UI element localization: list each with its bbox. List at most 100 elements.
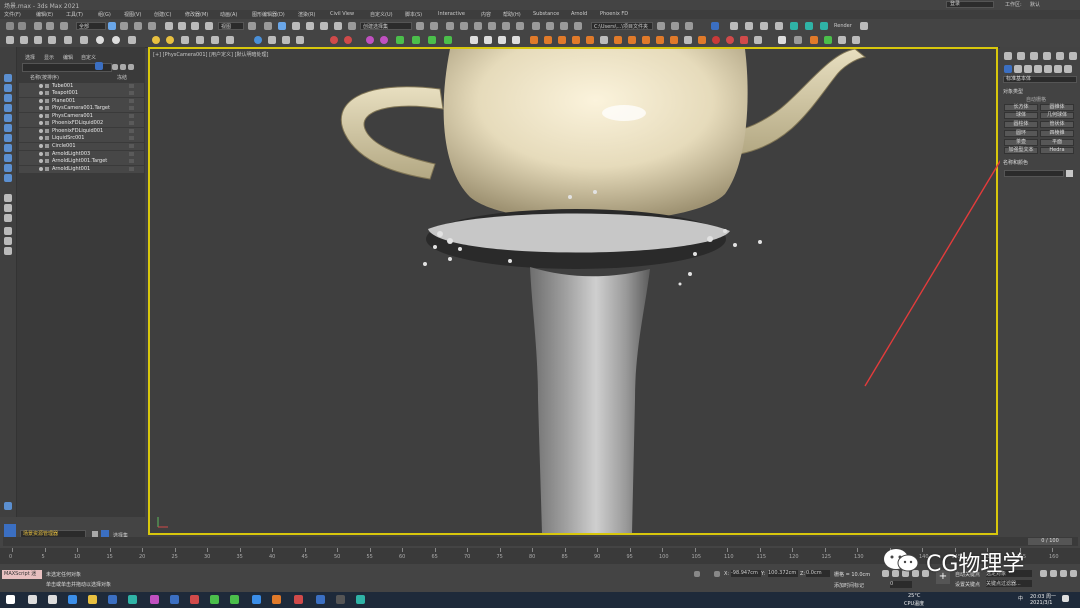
z-coordinate-field[interactable]: 0.0cm — [806, 570, 830, 577]
menu-content[interactable]: 内容 — [481, 11, 491, 18]
scale-icon[interactable] — [191, 22, 199, 30]
toggle-layer-explorer-icon[interactable] — [460, 22, 468, 30]
select-tool-icon[interactable] — [4, 74, 12, 82]
reset-icon[interactable] — [512, 36, 520, 44]
render-iterative-icon[interactable] — [574, 22, 582, 30]
geometry-category-icon[interactable] — [1004, 65, 1012, 73]
add-time-tag[interactable]: 添加时间标记 — [834, 582, 864, 589]
target-icon[interactable] — [344, 36, 352, 44]
visibility-icon[interactable] — [39, 129, 43, 133]
align-icon[interactable] — [430, 22, 438, 30]
move-icon[interactable] — [165, 22, 173, 30]
app-icon-8[interactable] — [316, 595, 325, 604]
display-bones-icon[interactable] — [4, 164, 12, 172]
select-icon[interactable] — [711, 22, 719, 30]
placement-icon[interactable] — [205, 22, 213, 30]
set-project-icon[interactable] — [671, 22, 679, 30]
expand-icon[interactable] — [852, 36, 860, 44]
material-editor-icon[interactable] — [516, 22, 524, 30]
rotate-icon[interactable] — [178, 22, 186, 30]
visibility-icon[interactable] — [39, 152, 43, 156]
display-helpers-icon[interactable] — [4, 124, 12, 132]
scene-states-icon[interactable] — [775, 22, 783, 30]
object-name-input[interactable] — [1004, 170, 1064, 177]
display-all-icon[interactable] — [4, 194, 12, 202]
gravity-icon[interactable] — [380, 36, 388, 44]
select-by-name-icon[interactable] — [120, 22, 128, 30]
list-item[interactable]: PhysCamera001 — [19, 113, 144, 120]
app-icon-6[interactable] — [252, 595, 261, 604]
app-icon-7[interactable] — [272, 595, 281, 604]
display-lights-icon[interactable] — [4, 104, 12, 112]
layer-explorer-icon[interactable] — [4, 524, 16, 537]
sphere-button[interactable]: 球体 — [1004, 112, 1038, 119]
freeze-toggle[interactable] — [129, 159, 134, 163]
render-button-label[interactable]: Render — [834, 23, 852, 29]
list-item[interactable]: PhysCamera001.Target — [19, 105, 144, 112]
freeze-toggle[interactable] — [129, 152, 134, 156]
schematic-view-icon[interactable] — [502, 22, 510, 30]
find-icon[interactable] — [4, 227, 12, 235]
menu-substance[interactable]: Substance — [533, 11, 559, 17]
scene-column-header[interactable]: 名称(按排序) — [30, 74, 59, 81]
motion-tab-icon[interactable] — [1043, 52, 1051, 60]
list-item[interactable]: ArnoldLight001 — [19, 166, 144, 173]
app-icon-1[interactable] — [128, 595, 137, 604]
textplus-button[interactable]: 加强型文本 — [1004, 147, 1038, 154]
percent-snap-icon[interactable] — [320, 22, 328, 30]
tube-button[interactable]: 管状体 — [1040, 121, 1074, 128]
hierarchy-tab-icon[interactable] — [1030, 52, 1038, 60]
render-production-icon[interactable] — [560, 22, 568, 30]
menu-edit[interactable]: 编辑(E) — [36, 11, 53, 18]
freeze-toggle[interactable] — [129, 99, 134, 103]
help-icon[interactable] — [778, 36, 786, 44]
new-project-icon[interactable] — [685, 22, 693, 30]
menu-views[interactable]: 视图(V) — [124, 11, 141, 18]
list-item[interactable]: PhoenixFDLiquid001 — [19, 128, 144, 135]
start-icon[interactable] — [6, 595, 15, 604]
3dsmax-icon[interactable] — [356, 595, 365, 604]
display-geometry-icon[interactable] — [4, 84, 12, 92]
autogrid-checkbox[interactable]: 自动栅格 — [1026, 96, 1046, 103]
signin-dropdown[interactable]: 登录 — [946, 1, 994, 8]
tool-icon[interactable] — [838, 36, 846, 44]
display-tab-icon[interactable] — [1056, 52, 1064, 60]
list-item[interactable]: Teapot001 — [19, 90, 144, 97]
visibility-icon[interactable] — [39, 91, 43, 95]
keyboard-shortcut-icon[interactable] — [278, 22, 286, 30]
menu-graph-editors[interactable]: 图形编辑器(D) — [252, 11, 285, 18]
visibility-icon[interactable] — [39, 136, 43, 140]
fumefx-icon[interactable] — [810, 36, 818, 44]
flame-icon[interactable] — [670, 36, 678, 44]
menu-tools[interactable]: 工具(T) — [66, 11, 83, 18]
freeze-toggle[interactable] — [129, 167, 134, 171]
smoke-icon[interactable] — [544, 36, 552, 44]
cone-button[interactable]: 圆锥体 — [1040, 104, 1074, 111]
freeze-toggle[interactable] — [129, 121, 134, 125]
hand-icon[interactable] — [730, 22, 738, 30]
app-icon-4[interactable] — [190, 595, 199, 604]
foam-icon[interactable] — [586, 36, 594, 44]
visibility-icon[interactable] — [39, 114, 43, 118]
freeze-toggle[interactable] — [129, 129, 134, 133]
record-icon[interactable] — [330, 36, 338, 44]
cylinder-button[interactable]: 圆柱体 — [1004, 121, 1038, 128]
display-groups-icon[interactable] — [4, 144, 12, 152]
display-shapes-icon[interactable] — [4, 94, 12, 102]
display-cameras-icon[interactable] — [4, 114, 12, 122]
visibility-icon[interactable] — [39, 99, 43, 103]
notification-icon[interactable] — [1062, 595, 1069, 602]
compound-icon[interactable] — [296, 36, 304, 44]
nurbs-icon[interactable] — [282, 36, 290, 44]
display-xrefs-icon[interactable] — [4, 154, 12, 162]
stop-icon[interactable] — [498, 36, 506, 44]
tab-display[interactable]: 显示 — [44, 54, 54, 61]
open-project-icon[interactable] — [657, 22, 665, 30]
wechat-icon[interactable] — [210, 595, 219, 604]
liquid-icon[interactable] — [558, 36, 566, 44]
key-filters-button[interactable]: 关键点过滤器... — [986, 580, 1032, 587]
maximize-viewport-icon[interactable] — [1070, 570, 1077, 577]
freeze-toggle[interactable] — [129, 144, 134, 148]
freeze-toggle[interactable] — [129, 136, 134, 140]
menu-modifiers[interactable]: 修改器(M) — [185, 11, 208, 18]
